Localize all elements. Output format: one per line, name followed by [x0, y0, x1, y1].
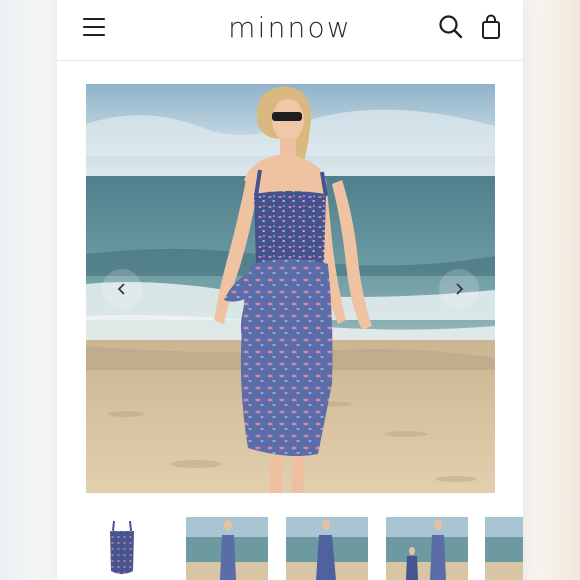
thumbnail-beach-3[interactable]	[386, 517, 468, 580]
thumbnail-swimsuit[interactable]	[86, 517, 168, 580]
beach-photo-thumbnail	[386, 517, 468, 580]
next-image-button[interactable]	[439, 269, 479, 309]
swimsuit-product-image	[86, 517, 168, 580]
beach-photo	[86, 84, 495, 493]
beach-photo-thumbnail	[286, 517, 368, 580]
cart-button[interactable]	[480, 14, 502, 40]
chevron-right-icon	[456, 283, 464, 295]
previous-image-button[interactable]	[102, 269, 142, 309]
product-page: minnow	[57, 0, 523, 580]
beach-photo-thumbnail	[485, 517, 523, 580]
thumbnail-beach-4[interactable]	[485, 517, 523, 580]
product-main-image	[86, 84, 495, 493]
chevron-left-icon	[117, 283, 125, 295]
search-icon	[439, 15, 463, 39]
beach-photo-thumbnail	[186, 517, 268, 580]
thumbnail-beach-2[interactable]	[286, 517, 368, 580]
site-header: minnow	[57, 0, 523, 61]
shopping-bag-icon	[482, 14, 500, 39]
search-button[interactable]	[438, 14, 464, 40]
thumbnail-beach-1[interactable]	[186, 517, 268, 580]
thumbnail-strip	[86, 517, 523, 580]
